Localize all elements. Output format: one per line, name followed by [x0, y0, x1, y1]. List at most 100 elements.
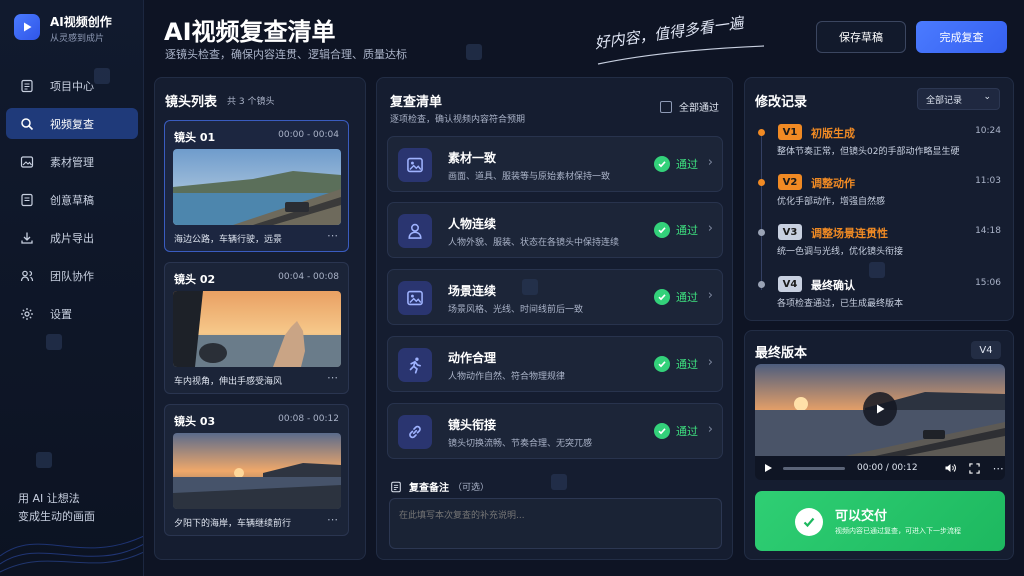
progress-track[interactable]	[783, 466, 845, 470]
check-item[interactable]: 场景连续 场景风格、光线、时间线前后一致 通过 ›	[387, 269, 723, 325]
more-icon[interactable]: ⋯	[993, 462, 1004, 475]
finish-review-button[interactable]: 完成复查	[916, 21, 1007, 53]
check-item[interactable]: 人物连续 人物外貌、服装、状态在各镜头中保持连续 通过 ›	[387, 202, 723, 258]
select-all-toggle[interactable]: 全部通过	[660, 99, 719, 114]
watermark-icon	[46, 334, 62, 350]
check-desc: 场景风格、光线、时间线前后一致	[448, 305, 584, 315]
pass-label: 通过	[676, 224, 698, 237]
run-icon	[398, 348, 432, 382]
gear-icon	[21, 307, 33, 320]
shot-count: 共 3 个镜头	[227, 97, 275, 107]
team-icon	[20, 270, 34, 281]
history-filter-select[interactable]: 全部记录 ⌄	[917, 88, 1000, 110]
history-item-desc: 各项检查通过，已生成最终版本	[777, 299, 904, 309]
more-icon[interactable]: ⋯	[327, 513, 338, 526]
sidebar-item-team[interactable]: 团队协作	[6, 260, 138, 291]
check-circle-icon	[795, 508, 823, 536]
wave-decoration	[0, 535, 143, 573]
check-desc: 画面、道具、服装等与原始素材保持一致	[448, 172, 611, 182]
check-item[interactable]: 素材一致 画面、道具、服装等与原始素材保持一致 通过 ›	[387, 136, 723, 192]
check-desc: 人物外貌、服装、状态在各镜头中保持连续	[448, 238, 620, 248]
check-title: 素材一致	[448, 151, 497, 165]
shot-card[interactable]: 镜头 01 00:00 - 00:04 海边公路，车辆行驶，远景 ⋯	[164, 120, 349, 252]
document-icon	[21, 79, 33, 92]
history-item[interactable]: V2 调整动作 11:03 优化手部动作，增强自然感	[755, 174, 1001, 220]
history-item-title: 初版生成	[811, 127, 855, 140]
shot-list-title: 镜头列表	[165, 95, 218, 110]
version-badge: V4	[778, 276, 802, 292]
shot-name: 镜头 02	[174, 273, 216, 286]
history-item-title: 最终确认	[811, 279, 855, 292]
history-item[interactable]: V4 最终确认 15:06 各项检查通过，已生成最终版本	[755, 276, 1001, 322]
notes-header: 复查备注 （可选）	[390, 479, 489, 494]
watermark-icon	[869, 262, 885, 278]
more-icon[interactable]: ⋯	[327, 229, 338, 242]
play-icon[interactable]	[763, 463, 773, 473]
shot-name: 镜头 03	[174, 415, 216, 428]
fullscreen-icon[interactable]	[968, 462, 980, 474]
shot-time: 00:00 - 00:04	[278, 130, 339, 140]
history-item-time: 14:18	[975, 226, 1001, 236]
history-item-desc: 整体节奏正常，但镜头02的手部动作略显生硬	[777, 147, 960, 157]
pass-status: 通过	[654, 289, 698, 305]
watermark-icon	[466, 44, 482, 60]
checkbox[interactable]	[660, 100, 672, 113]
image-icon	[398, 148, 432, 182]
save-draft-button[interactable]: 保存草稿	[816, 21, 906, 53]
chevron-right-icon: ›	[707, 155, 713, 170]
history-item[interactable]: V1 初版生成 10:24 整体节奏正常，但镜头02的手部动作略显生硬	[755, 124, 1001, 170]
sidebar-item-settings[interactable]: 设置	[6, 298, 138, 329]
notes-optional: （可选）	[453, 483, 490, 493]
video-player[interactable]: 00:00 / 00:12 ⋯	[755, 364, 1005, 480]
sidebar-item-projects[interactable]: 项目中心	[6, 70, 138, 101]
chevron-right-icon: ›	[707, 288, 713, 303]
shot-card[interactable]: 镜头 03 00:08 - 00:12 夕阳下的海岸，车辆继续前行 ⋯	[164, 404, 349, 536]
volume-icon[interactable]	[944, 462, 956, 474]
check-desc: 镜头切换流畅、节奏合理、无突兀感	[448, 439, 593, 449]
check-title: 人物连续	[448, 217, 497, 231]
deliver-title: 可以交付	[835, 509, 888, 524]
history-item-title: 调整动作	[811, 177, 855, 190]
history-item-title: 调整场景连贯性	[811, 227, 888, 240]
check-icon	[654, 289, 670, 305]
check-icon	[654, 156, 670, 172]
notes-label: 复查备注	[409, 483, 449, 494]
deliver-banner[interactable]: 可以交付 视频内容已通过复查，可进入下一步流程	[755, 491, 1005, 551]
chevron-down-icon: ⌄	[983, 92, 991, 102]
shot-card[interactable]: 镜头 02 00:04 - 00:08 车内视角，伸出手感受海风 ⋯	[164, 262, 349, 394]
version-badge: V1	[778, 124, 802, 140]
chevron-right-icon: ›	[707, 355, 713, 370]
sidebar-item-label: 创意草稿	[50, 193, 94, 207]
sidebar-nav: 项目中心 视频复查 素材管理 创意草稿 成片导出 团队协作 设置	[6, 70, 138, 336]
play-button[interactable]	[863, 392, 897, 426]
check-icon	[654, 356, 670, 372]
history-item-time: 10:24	[975, 126, 1001, 136]
notes-textarea[interactable]	[389, 498, 722, 549]
shot-thumbnail	[173, 149, 341, 225]
shot-thumbnail	[173, 433, 341, 509]
sidebar-item-label: 团队协作	[50, 269, 94, 283]
shot-caption: 车内视角，伸出手感受海风	[174, 377, 283, 387]
sidebar-item-export[interactable]: 成片导出	[6, 222, 138, 253]
watermark-icon	[551, 474, 567, 490]
sidebar-item-review[interactable]: 视频复查	[6, 108, 138, 139]
pass-label: 通过	[676, 158, 698, 171]
check-item[interactable]: 动作合理 人物动作自然、符合物理规律 通过 ›	[387, 336, 723, 392]
app-tagline: 从灵感到成片	[50, 34, 105, 44]
sidebar-item-assets[interactable]: 素材管理	[6, 146, 138, 177]
history-title: 修改记录	[755, 95, 808, 110]
play-icon	[24, 22, 32, 32]
version-badge: V2	[778, 174, 802, 190]
shot-caption: 海边公路，车辆行驶，远景	[174, 235, 283, 245]
sidebar-item-drafts[interactable]: 创意草稿	[6, 184, 138, 215]
check-title: 镜头衔接	[448, 418, 497, 432]
version-badge: V3	[778, 224, 802, 240]
final-version-title: 最终版本	[755, 346, 808, 361]
more-icon[interactable]: ⋯	[327, 371, 338, 384]
shot-time: 00:04 - 00:08	[278, 272, 339, 282]
image-icon	[20, 155, 34, 168]
image-icon	[398, 281, 432, 315]
search-icon	[21, 117, 34, 130]
check-item[interactable]: 镜头衔接 镜头切换流畅、节奏合理、无突兀感 通过 ›	[387, 403, 723, 459]
history-item-time: 15:06	[975, 278, 1001, 288]
